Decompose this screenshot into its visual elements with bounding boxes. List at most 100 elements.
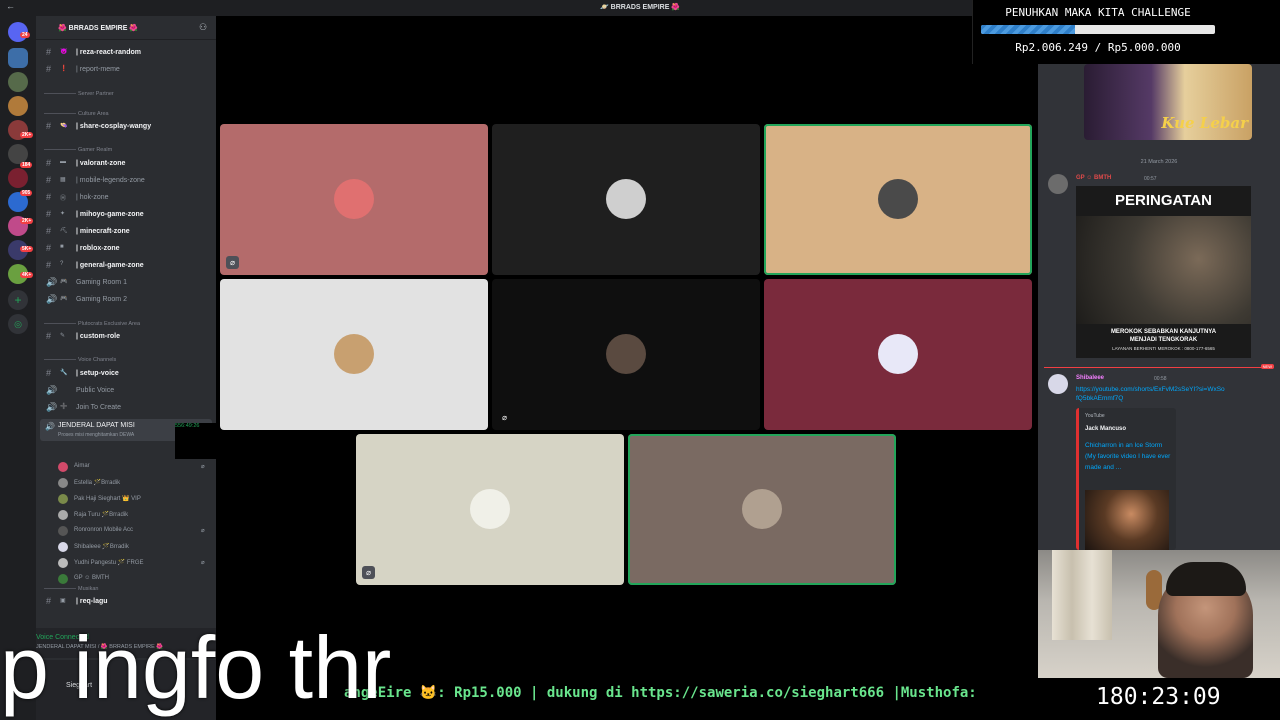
hash-icon: # xyxy=(46,596,52,606)
discover-icon[interactable]: ◎ xyxy=(8,314,28,334)
message-link[interactable]: https://youtube.com/shorts/ExFvM2sSeYI?s… xyxy=(1076,385,1226,403)
participant-tile[interactable]: ⌀ xyxy=(492,279,760,430)
channel-item[interactable]: # ❗ | report-meme xyxy=(40,63,212,77)
voice-member[interactable]: Aimar ⌀ xyxy=(56,460,212,474)
mic-muted-icon: ⌀ xyxy=(201,560,205,566)
live-caption: p ingfo thr xyxy=(0,618,392,717)
channel-item[interactable]: # 🔧 | setup-voice xyxy=(40,367,212,381)
channel-item[interactable]: # 👒 | share-cosplay-wangy xyxy=(40,120,212,134)
chat-image-attachment[interactable]: Kue Lebar xyxy=(1084,64,1252,140)
avatar xyxy=(58,558,68,568)
category-plutocrats[interactable]: Plutocrats Exclusive Area xyxy=(44,321,212,327)
channel-label: | share-cosplay-wangy xyxy=(76,123,152,130)
channel-item[interactable]: # 😈 | reza-react-random xyxy=(40,46,212,60)
participant-tile[interactable] xyxy=(492,124,760,275)
voice-member[interactable]: Shibaleee 🪄Brradik xyxy=(56,540,212,554)
member-name: Pak Haji Sieghart 👑 VIP xyxy=(74,496,141,502)
add-member-icon[interactable]: ⚇ xyxy=(199,22,207,33)
webcam-hair xyxy=(1166,562,1246,596)
message-author[interactable]: GP ☺ BMTH xyxy=(1076,175,1111,181)
participant-tile[interactable]: ⌀ xyxy=(220,124,488,275)
channel-emoji-icon: ❗ xyxy=(60,66,68,72)
participant-tile[interactable]: ⌀ xyxy=(356,434,624,585)
channel-item[interactable]: # ▣ | req-lagu xyxy=(40,595,212,609)
server-name: 🌺 BRRADS EMPIRE 🌺 xyxy=(58,25,139,32)
channel-item[interactable]: 🔊 🎮 Gaming Room 1 xyxy=(40,276,212,290)
hash-icon: # xyxy=(46,243,52,253)
server-icon[interactable] xyxy=(8,144,28,164)
voice-member[interactable]: GP ☺ BMTH xyxy=(56,572,212,586)
category-culture-area[interactable]: Culture Area xyxy=(44,111,212,117)
voice-member[interactable]: Ronronron Mobile Acc ⌀ xyxy=(56,524,212,538)
channel-label: Gaming Room 2 xyxy=(76,296,127,303)
voice-channel-status: Proses misi menghitamkan DEWA xyxy=(58,432,135,438)
channel-item[interactable]: #? | general-game-zone xyxy=(40,259,212,273)
member-name: Yudhi Pangestu 🪄 FRGE xyxy=(74,560,144,566)
back-arrow-icon[interactable]: ← xyxy=(6,1,15,11)
channel-item[interactable]: 🔊 ➕ Join To Create xyxy=(40,401,212,415)
channel-item[interactable]: # ⛏ | minecraft-zone xyxy=(40,225,212,239)
add-server-icon[interactable]: + xyxy=(8,290,28,310)
hash-icon: # xyxy=(46,209,52,219)
embed-provider: YouTube xyxy=(1085,413,1105,419)
category-musikan[interactable]: Musikan xyxy=(44,586,212,592)
message-author[interactable]: Shibaleee xyxy=(1076,375,1104,381)
channel-emoji-icon: 🎮 xyxy=(60,279,68,285)
channel-item[interactable]: # ▦ | mobile-legends-zone xyxy=(40,174,212,188)
server-icon[interactable] xyxy=(8,72,28,92)
hash-icon: # xyxy=(46,175,52,185)
participant-tile[interactable] xyxy=(628,434,896,585)
voice-member[interactable]: Pak Haji Sieghart 👑 VIP xyxy=(56,492,212,506)
goal-amount: Rp2.006.249 / Rp5.000.000 xyxy=(1015,41,1181,54)
channel-item[interactable]: 🔊 Public Voice xyxy=(40,384,212,398)
member-name: Aimar xyxy=(74,463,90,469)
category-voice-channels[interactable]: Voice Channels xyxy=(44,357,212,363)
category-gamer-realm[interactable]: Gamer Realm xyxy=(44,147,212,153)
goal-title: PENUHKAN MAKA KITA CHALLENGE xyxy=(1005,6,1191,19)
mention-badge: 905 xyxy=(20,190,33,196)
mention-badge: 5K+ xyxy=(20,246,34,252)
speaker-icon: 🔊 xyxy=(46,385,58,395)
channel-item[interactable]: 🔊 🎮 Gaming Room 2 xyxy=(40,293,212,307)
image-caption: Kue Lebar xyxy=(1161,114,1248,132)
channel-emoji-icon: ■ xyxy=(60,244,64,250)
channel-label: Public Voice xyxy=(76,387,115,394)
hash-icon: # xyxy=(46,121,52,131)
channel-item[interactable]: # ✎ | custom-role xyxy=(40,330,212,344)
channel-label: | setup-voice xyxy=(76,370,119,377)
voice-member[interactable]: Estella 🪄Brradik xyxy=(56,476,212,490)
mention-badge: 2K+ xyxy=(20,132,34,138)
hash-icon: # xyxy=(46,64,52,74)
channel-item[interactable]: # ■ | roblox-zone xyxy=(40,242,212,256)
channel-item[interactable]: # Ⓗ | hok-zone xyxy=(40,191,212,205)
channel-item[interactable]: # ✦ | mihoyo-game-zone xyxy=(40,208,212,222)
server-icon[interactable] xyxy=(8,96,28,116)
embed-thumbnail[interactable] xyxy=(1085,490,1169,550)
server-icon[interactable] xyxy=(8,48,28,68)
mic-muted-icon: ⌀ xyxy=(201,464,205,470)
server-icon[interactable] xyxy=(8,168,28,188)
chat-image-attachment[interactable]: PERINGATAN MEROKOK SEBABKAN KANJUTNYA ME… xyxy=(1076,186,1251,358)
avatar xyxy=(58,574,68,584)
channel-item[interactable]: # ▬ | valorant-zone xyxy=(40,157,212,171)
poster-photo xyxy=(1076,216,1251,324)
speaker-icon: 🔊 xyxy=(45,422,55,431)
server-header[interactable]: 🌺 BRRADS EMPIRE 🌺 ⚇ xyxy=(36,16,216,40)
participant-tile[interactable] xyxy=(220,279,488,430)
voice-member[interactable]: Yudhi Pangestu 🪄 FRGE ⌀ xyxy=(56,556,212,570)
channel-emoji-icon: ▬ xyxy=(60,159,66,165)
avatar[interactable] xyxy=(1048,174,1068,194)
speaker-icon: 🔊 xyxy=(46,294,58,304)
voice-member[interactable]: Raja Turu 🪄Brradik xyxy=(56,508,212,522)
participant-tile[interactable] xyxy=(764,279,1032,430)
embed-author[interactable]: Jack Mancuso xyxy=(1085,426,1126,432)
streamer-webcam xyxy=(1038,550,1280,678)
category-server-partner[interactable]: Server Partner xyxy=(44,91,212,97)
participant-tile[interactable] xyxy=(764,124,1032,275)
avatar[interactable] xyxy=(1048,374,1068,394)
embed-title[interactable]: Chicharron in an Ice Storm (My favorite … xyxy=(1085,440,1171,473)
chat-panel: Kue Lebar 21 March 2026 GP ☺ BMTH 00:57 … xyxy=(1038,16,1280,550)
channel-emoji-icon: ✎ xyxy=(60,333,66,339)
active-voice-channel[interactable]: 🔊 JENDERAL DAPAT MISI Proses misi menghi… xyxy=(40,419,401,459)
avatar xyxy=(606,334,646,374)
